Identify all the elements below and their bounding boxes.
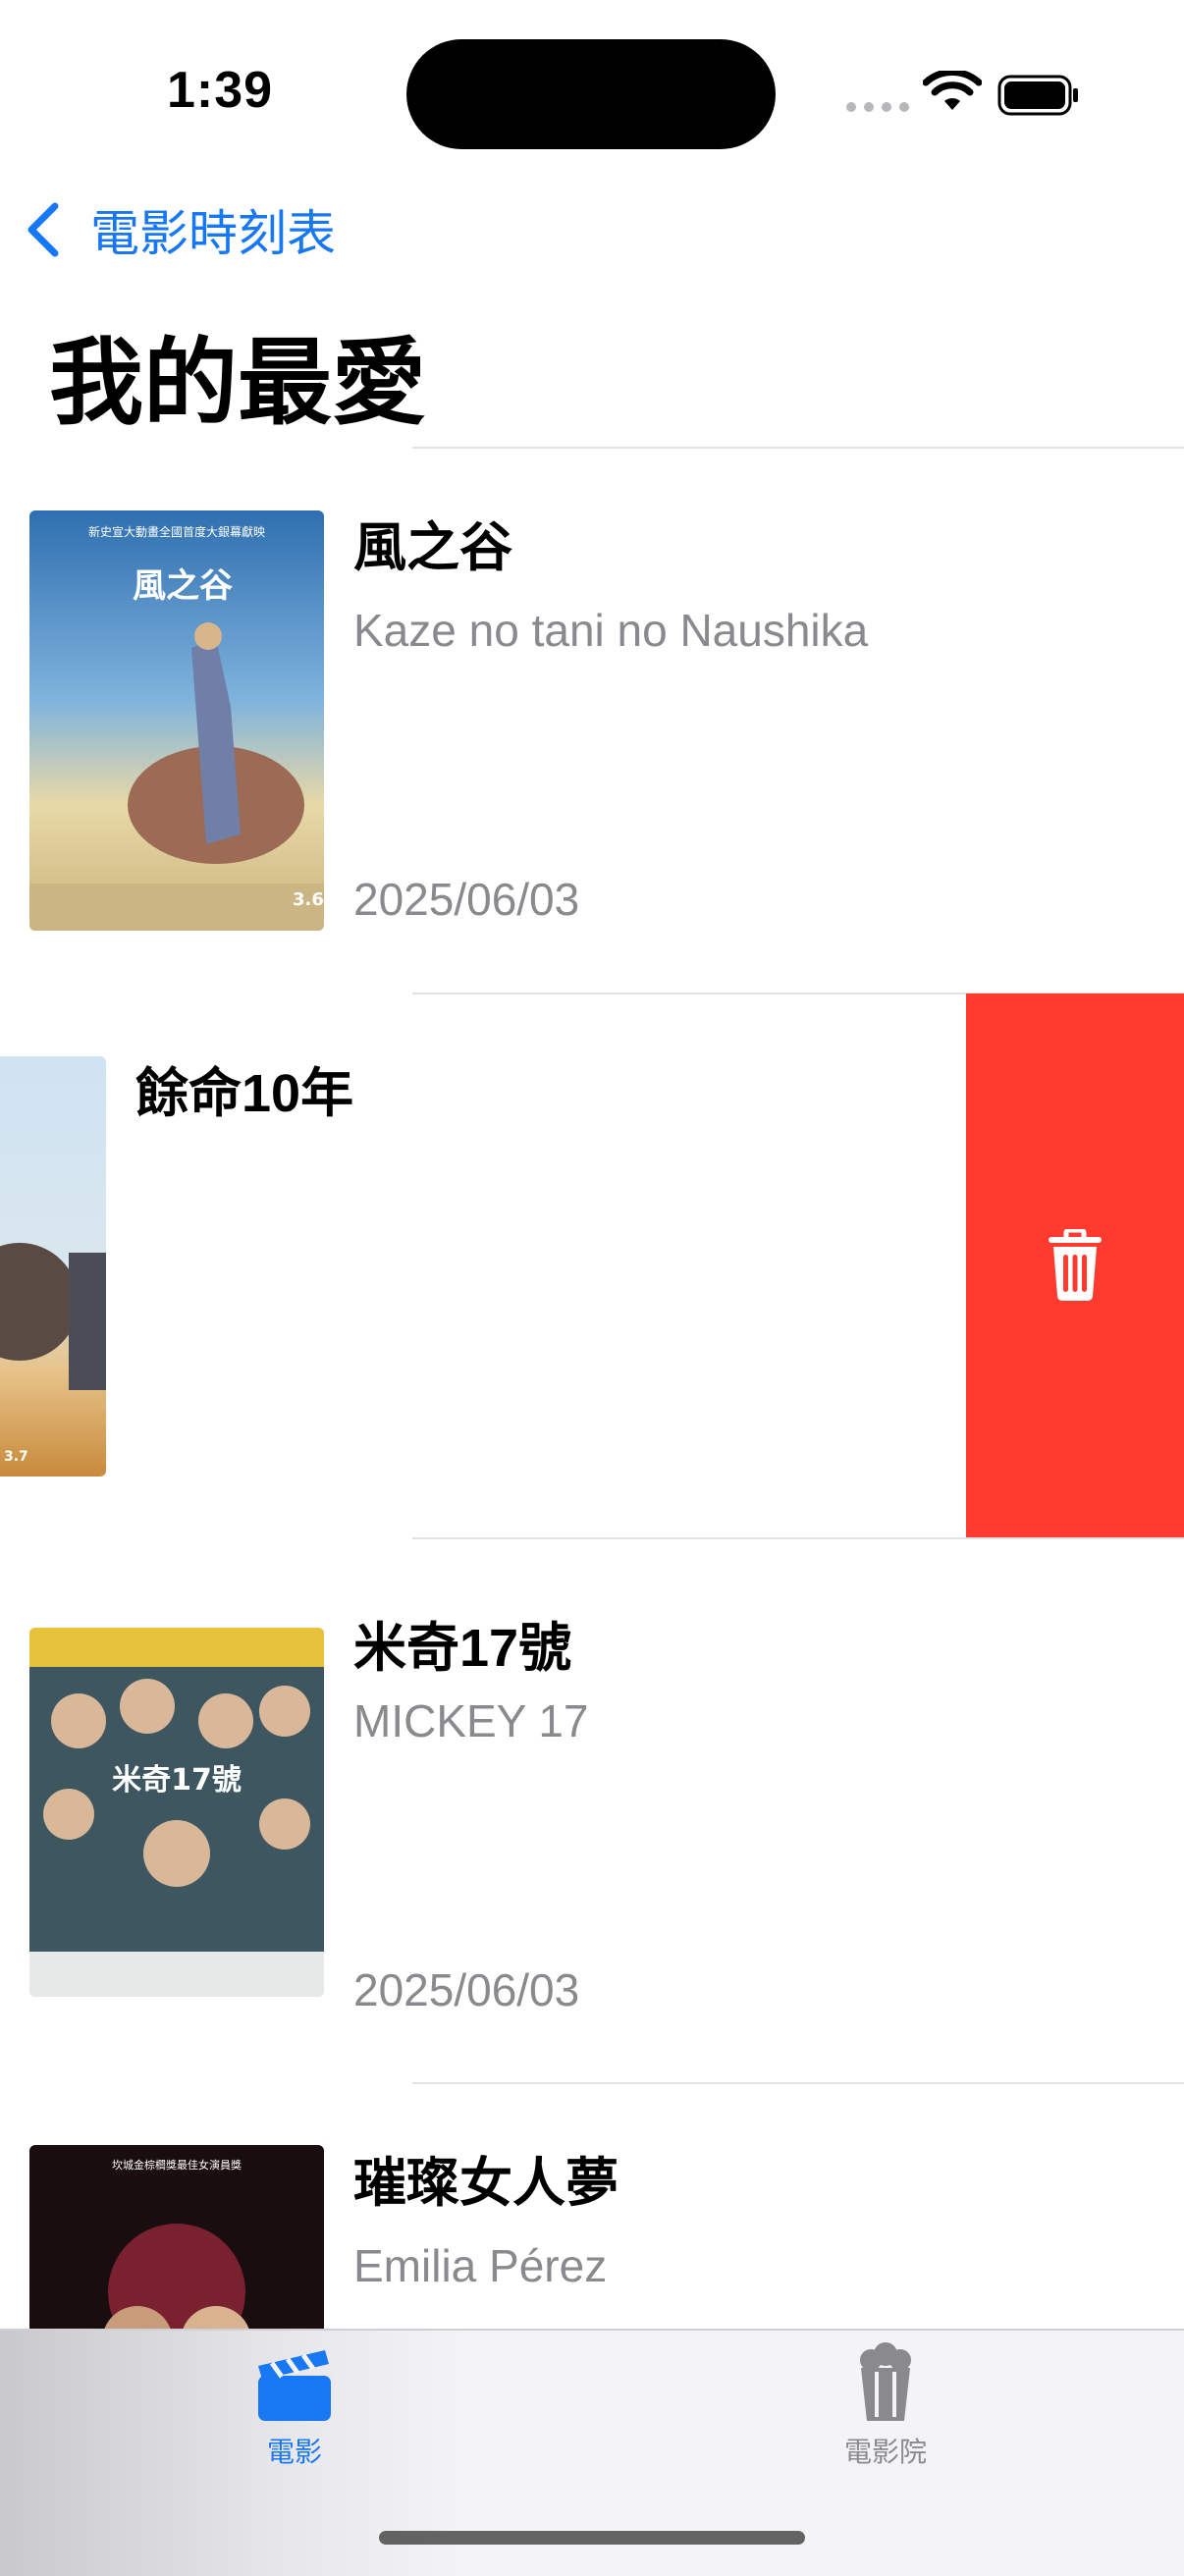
battery-icon [997,75,1078,116]
movie-subtitle: Kaze no tani no Naushika [353,605,869,656]
svg-text:3.7: 3.7 [4,1449,28,1465]
back-button-label: 電影時刻表 [90,206,336,261]
movie-title: 餘命10年 [135,1064,354,1123]
wifi-icon [923,71,982,110]
popcorn-icon [860,2342,911,2421]
movie-title: 璀璨女人夢 [353,2154,619,2213]
movie-subtitle: MICKEY 17 [353,1695,589,1746]
trash-icon [1049,1229,1102,1301]
movie-poster: 坎城金棕櫚獎最佳女演員獎 [29,2145,324,2329]
tab-cinemas[interactable]: 電影院 [787,2342,984,2470]
movie-subtitle: Emilia Pérez [353,2240,608,2291]
movie-date: 2025/06/03 [353,874,580,925]
movie-title: 風之谷 [353,518,512,577]
list-item[interactable]: 米奇17號 米奇17號 MICKEY 17 2025/06/03 [0,1539,1184,2082]
page-title: 我的最愛 [49,331,426,436]
delete-button[interactable] [966,993,1184,1537]
clapperboard-icon [258,2350,331,2421]
status-time: 1:39 [167,62,274,119]
movie-date: 2025/06/03 [353,1964,580,2015]
list-item[interactable]: 坎城金棕櫚獎最佳女演員獎 璀璨女人夢 Emilia Pérez [0,2084,1184,2329]
tab-label: 電影院 [843,2437,927,2467]
svg-text:風之谷: 風之谷 [133,566,233,606]
cellular-signal-icon [846,102,909,112]
movie-title: 米奇17號 [353,1619,572,1678]
home-indicator [379,2531,805,2545]
dynamic-island [406,39,776,149]
tab-movies[interactable]: 電影 [196,2342,393,2470]
movie-poster: 米奇17號 [29,1628,324,1997]
back-button[interactable]: 電影時刻表 [24,200,336,261]
svg-text:新史宣大動畫全國首度大銀幕獻映: 新史宣大動畫全國首度大銀幕獻映 [88,524,265,539]
movie-poster: 3.7 [0,1056,106,1476]
svg-text:米奇17號: 米奇17號 [112,1763,242,1798]
chevron-left-icon [27,202,59,257]
list-item[interactable]: 新史宣大動畫全國首度大銀幕獻映 風之谷 3.6 風之谷 Kaze no tani… [0,449,1184,993]
tab-label: 電影 [266,2437,322,2467]
status-bar: 1:39 [0,0,1184,196]
svg-text:3.6: 3.6 [293,889,324,910]
movie-poster: 新史宣大動畫全國首度大銀幕獻映 風之谷 3.6 [29,510,324,931]
svg-text:坎城金棕櫚獎最佳女演員獎: 坎城金棕櫚獎最佳女演員獎 [112,2158,242,2172]
